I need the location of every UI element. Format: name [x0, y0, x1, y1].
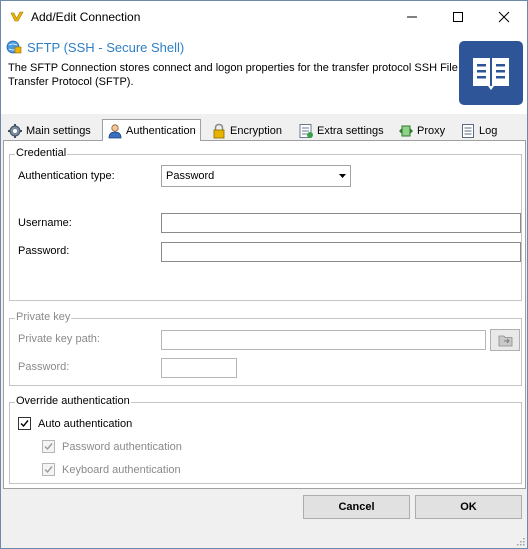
checkmark-icon	[20, 420, 29, 428]
keyboard-authentication-checkbox[interactable]	[42, 463, 55, 476]
username-label: Username:	[18, 217, 72, 229]
folder-browse-icon	[498, 335, 513, 347]
credential-group: Credential Authentication type: Password…	[9, 147, 522, 301]
connection-type-title: SFTP (SSH - Secure Shell)	[27, 40, 185, 55]
checkmark-icon	[44, 466, 53, 474]
password-authentication-label: Password authentication	[62, 441, 182, 453]
username-input[interactable]	[161, 213, 521, 233]
tab-authentication[interactable]: Authentication	[102, 119, 201, 141]
proxy-icon	[399, 125, 413, 136]
book-icon	[459, 41, 523, 105]
private-key-group: Private key Private key path: Password:	[9, 311, 522, 386]
tab-label: Extra settings	[317, 124, 384, 137]
title-bar: Add/Edit Connection	[1, 1, 527, 32]
minimize-button[interactable]	[389, 1, 435, 32]
auth-type-value: Password	[166, 170, 215, 182]
close-button[interactable]	[481, 1, 527, 32]
tab-label: Log	[479, 124, 498, 137]
tab-log[interactable]: Log	[460, 121, 497, 140]
private-key-path-label: Private key path:	[18, 333, 100, 345]
user-icon	[108, 123, 122, 138]
lock-icon	[213, 123, 225, 138]
tab-label: Encryption	[230, 124, 282, 137]
credential-group-label: Credential	[15, 147, 68, 159]
tab-encryption[interactable]: Encryption	[211, 121, 282, 140]
private-key-password-label: Password:	[18, 361, 70, 373]
window-title: Add/Edit Connection	[31, 10, 141, 24]
password-authentication-checkbox[interactable]	[42, 440, 55, 453]
sftp-icon	[6, 40, 22, 54]
app-icon	[10, 11, 24, 22]
tab-label: Proxy	[417, 124, 446, 137]
auto-authentication-label: Auto authentication	[38, 418, 133, 430]
cancel-button[interactable]: Cancel	[303, 495, 410, 519]
password-label: Password:	[18, 245, 70, 257]
tab-strip: Main settings Authentication Encryption …	[1, 114, 527, 141]
maximize-icon	[453, 12, 463, 22]
password-input[interactable]	[161, 242, 521, 262]
add-edit-connection-dialog: Add/Edit Connection SFTP (SSH - Secure S…	[0, 0, 528, 549]
private-key-group-label: Private key	[15, 311, 72, 323]
private-key-path-input[interactable]	[161, 330, 486, 350]
minimize-icon	[407, 16, 417, 18]
override-group-label: Override authentication	[15, 395, 131, 407]
maximize-button[interactable]	[435, 1, 481, 32]
tab-label: Authentication	[126, 124, 196, 137]
gear-icon	[8, 123, 22, 138]
chevron-down-icon	[339, 174, 346, 178]
override-authentication-group: Override authentication Auto authenticat…	[9, 395, 522, 484]
close-icon	[498, 11, 510, 23]
checkmark-icon	[44, 443, 53, 451]
auth-type-dropdown[interactable]: Password	[161, 165, 351, 187]
connection-description: The SFTP Connection stores connect and l…	[8, 62, 458, 88]
log-icon	[462, 123, 474, 138]
tab-extra-settings[interactable]: Extra settings	[298, 121, 384, 140]
browse-button[interactable]	[490, 329, 520, 351]
authentication-panel: Credential Authentication type: Password…	[3, 140, 526, 489]
tab-main-settings[interactable]: Main settings	[7, 121, 91, 140]
auto-authentication-checkbox[interactable]	[18, 417, 31, 430]
tab-proxy[interactable]: Proxy	[398, 121, 445, 140]
settings-sheet-icon	[299, 123, 313, 138]
tab-label: Main settings	[26, 124, 91, 137]
resize-grip-icon[interactable]	[515, 536, 525, 546]
auth-type-label: Authentication type:	[18, 170, 115, 182]
header-panel: SFTP (SSH - Secure Shell) The SFTP Conne…	[1, 32, 527, 114]
private-key-password-input[interactable]	[161, 358, 237, 378]
ok-button[interactable]: OK	[415, 495, 522, 519]
keyboard-authentication-label: Keyboard authentication	[62, 464, 181, 476]
